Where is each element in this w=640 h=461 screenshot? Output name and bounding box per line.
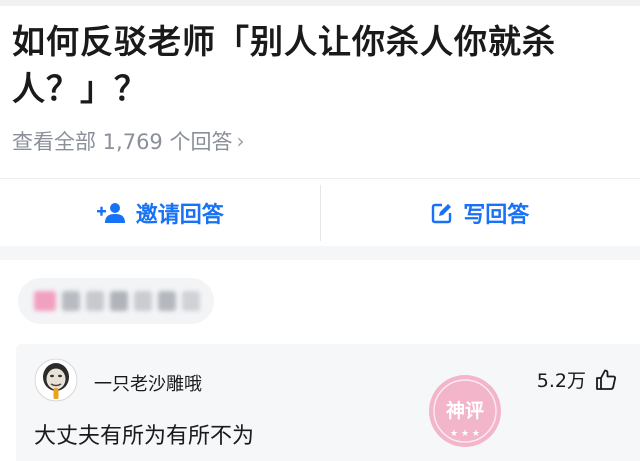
answer-actions-bar: 邀请回答 写回答 bbox=[0, 178, 640, 248]
invite-answer-button[interactable]: 邀请回答 bbox=[0, 179, 320, 247]
comment-username[interactable]: 一只老沙雕哦 bbox=[94, 370, 202, 396]
blurred-name bbox=[134, 291, 152, 311]
chevron-right-icon: › bbox=[236, 129, 245, 153]
blurred-name bbox=[86, 291, 104, 311]
edit-icon bbox=[432, 203, 452, 224]
write-answer-label: 写回答 bbox=[463, 203, 530, 228]
blurred-name bbox=[182, 291, 200, 311]
top-divider bbox=[0, 0, 640, 6]
comment-text: 大丈夫有所为有所不为 bbox=[34, 424, 255, 449]
view-all-answers-label: 查看全部 1,769 个回答 bbox=[12, 130, 233, 154]
hot-comment-stamp: 神评 ★ ★ ★ bbox=[429, 375, 501, 447]
like-count: 5.2万 bbox=[536, 370, 586, 392]
like-button[interactable]: 5.2万 bbox=[537, 366, 618, 393]
blurred-name bbox=[110, 291, 128, 311]
blurred-avatar bbox=[34, 291, 56, 311]
avatar[interactable] bbox=[34, 358, 78, 402]
stamp-label: 神评 bbox=[446, 399, 484, 422]
stamp-stars: ★ ★ ★ bbox=[450, 429, 480, 439]
view-all-answers-link[interactable]: 查看全部 1,769 个回答 › bbox=[12, 126, 244, 156]
section-separator bbox=[0, 246, 640, 260]
question-title: 如何反驳老师「别人让你杀人你就杀人？」？ bbox=[12, 22, 556, 108]
add-person-icon bbox=[96, 203, 125, 223]
thumbs-up-icon bbox=[596, 369, 616, 390]
top-comment-card[interactable]: 一只老沙雕哦 5.2万 大丈夫有所为有所不为 神评 ★ ★ ★ bbox=[16, 344, 640, 461]
blurred-name bbox=[158, 291, 176, 311]
blurred-name bbox=[62, 291, 80, 311]
blurred-user-chip bbox=[18, 278, 214, 324]
invite-answer-label: 邀请回答 bbox=[135, 203, 224, 228]
write-answer-button[interactable]: 写回答 bbox=[321, 179, 640, 247]
